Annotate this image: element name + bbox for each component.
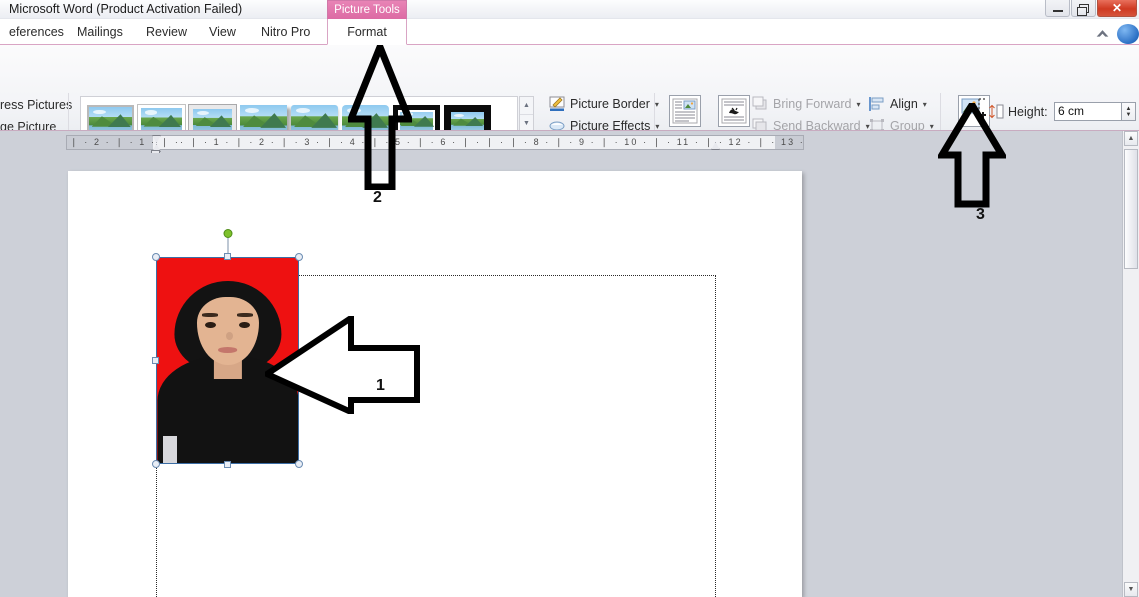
align-button[interactable]: Align ▾	[869, 96, 927, 112]
ribbon-tab-strip: eferences Mailings Review View Nitro Pro…	[0, 19, 1139, 45]
handle-middle-left[interactable]	[152, 357, 159, 364]
annotation-label-1: 1	[376, 377, 385, 394]
handle-top-center[interactable]	[224, 253, 231, 260]
tab-review[interactable]: Review	[137, 19, 196, 45]
scroll-up-button[interactable]: ▲	[1124, 131, 1138, 146]
tab-mailings[interactable]: Mailings	[68, 19, 132, 45]
handle-bottom-left[interactable]	[152, 460, 160, 468]
vertical-scrollbar[interactable]: ▲ ▼	[1122, 131, 1139, 597]
word-window: Microsoft Word (Product Activation Faile…	[0, 0, 1139, 597]
scroll-down-button[interactable]: ▼	[1124, 582, 1138, 597]
handle-top-left[interactable]	[152, 253, 160, 261]
tab-format[interactable]: Format	[327, 19, 407, 45]
tab-view[interactable]: View	[200, 19, 245, 45]
position-icon	[669, 95, 701, 127]
height-input[interactable]: 6 cm	[1054, 102, 1122, 121]
restore-icon	[1076, 3, 1089, 16]
minimize-icon	[1052, 9, 1063, 12]
annotation-arrow-1: 1	[260, 312, 420, 417]
chevron-down-icon: ▾	[922, 99, 927, 109]
horizontal-ruler[interactable]: ❘ · 2 · ❘ · 1 · ❘ · · ❘ · 1 · ❘ · 2 · ❘ ·…	[66, 135, 804, 150]
annotation-arrow-2: 2	[345, 37, 415, 206]
picture-border-label: Picture Border	[570, 97, 650, 111]
window-controls: ✕	[1044, 0, 1137, 19]
photo-eye-left	[204, 321, 217, 329]
tab-nitro-pro[interactable]: Nitro Pro	[252, 19, 319, 45]
photo-shoulder-highlight	[162, 436, 177, 463]
stepper-down-icon: ▼	[1125, 111, 1132, 118]
handle-bottom-right[interactable]	[295, 460, 303, 468]
photo-eye-right	[238, 321, 251, 329]
collapse-ribbon-chevron-icon[interactable]	[1095, 26, 1109, 40]
maximize-button[interactable]	[1071, 0, 1096, 17]
chevron-down-icon: ▾	[856, 99, 861, 109]
annotation-label-3: 3	[976, 206, 985, 223]
photo-eyebrow-right	[237, 313, 253, 317]
window-title: Microsoft Word (Product Activation Faile…	[9, 2, 243, 16]
height-field-row: Height: 6 cm ▲ ▼	[988, 102, 1136, 121]
close-button[interactable]: ✕	[1097, 0, 1137, 17]
title-bar: Microsoft Word (Product Activation Faile…	[0, 0, 1139, 19]
ruler-tick-labels: ❘ · 2 · ❘ · 1 · ❘ · · ❘ · 1 · ❘ · 2 · ❘ ·…	[70, 137, 803, 147]
rotation-handle-green[interactable]	[223, 229, 232, 238]
bring-forward-label: Bring Forward	[773, 97, 852, 111]
compress-pictures-button[interactable]: ress Pictures	[0, 98, 72, 112]
picture-border-icon	[549, 96, 566, 112]
minimize-button[interactable]	[1045, 0, 1070, 17]
bring-forward-icon	[752, 96, 769, 112]
help-orb-icon[interactable]	[1117, 24, 1139, 44]
picture-border-button[interactable]: Picture Border ▾	[549, 96, 659, 112]
bring-forward-button[interactable]: Bring Forward ▾	[752, 96, 861, 112]
wrap-text-icon	[718, 95, 750, 127]
height-stepper[interactable]: ▲ ▼	[1122, 102, 1136, 121]
handle-bottom-center[interactable]	[224, 461, 231, 468]
align-label: Align	[890, 97, 918, 111]
gallery-scroll-up-button[interactable]: ▲	[520, 97, 533, 115]
tab-references[interactable]: eferences	[0, 19, 73, 45]
annotation-arrow-3: 3	[935, 98, 1009, 223]
scrollbar-thumb[interactable]	[1124, 149, 1138, 269]
contextual-tab-picture-tools: Picture Tools	[327, 0, 407, 19]
handle-top-right[interactable]	[295, 253, 303, 261]
photo-eyebrow-left	[202, 313, 218, 317]
annotation-label-2: 2	[373, 189, 382, 206]
align-icon	[869, 96, 886, 112]
height-label: Height:	[1008, 104, 1048, 119]
